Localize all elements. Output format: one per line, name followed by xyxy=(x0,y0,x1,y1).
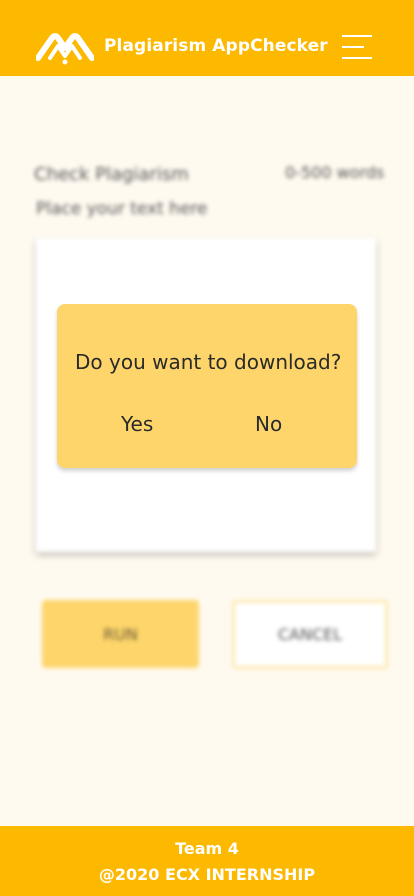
hamburger-menu-icon[interactable] xyxy=(342,35,374,59)
yes-button[interactable]: Yes xyxy=(121,412,153,436)
dialog-question: Do you want to download? xyxy=(75,350,342,374)
footer-team: Team 4 xyxy=(175,839,239,858)
app-title: Plagiarism AppChecker xyxy=(104,36,328,56)
mountain-logo-icon xyxy=(36,33,94,65)
footer-copyright: @2020 ECX INTERNSHIP xyxy=(98,865,316,884)
no-button[interactable]: No xyxy=(255,412,282,436)
app-screen: Plagiarism AppChecker Check Plagiarism 0… xyxy=(0,0,414,896)
text-hint: Place your text here xyxy=(36,199,208,219)
app-footer: Team 4 @2020 ECX INTERNSHIP xyxy=(0,826,414,896)
menu-line xyxy=(342,35,372,37)
section-title: Check Plagiarism xyxy=(34,164,189,185)
cancel-button[interactable]: CANCEL xyxy=(232,600,388,669)
app-header: Plagiarism AppChecker xyxy=(0,0,414,76)
menu-line xyxy=(342,46,364,48)
word-limit-label: 0-500 words xyxy=(285,163,385,182)
menu-line xyxy=(342,57,372,59)
run-button[interactable]: RUN xyxy=(42,600,199,668)
download-dialog: Do you want to download? Yes No xyxy=(57,304,357,468)
